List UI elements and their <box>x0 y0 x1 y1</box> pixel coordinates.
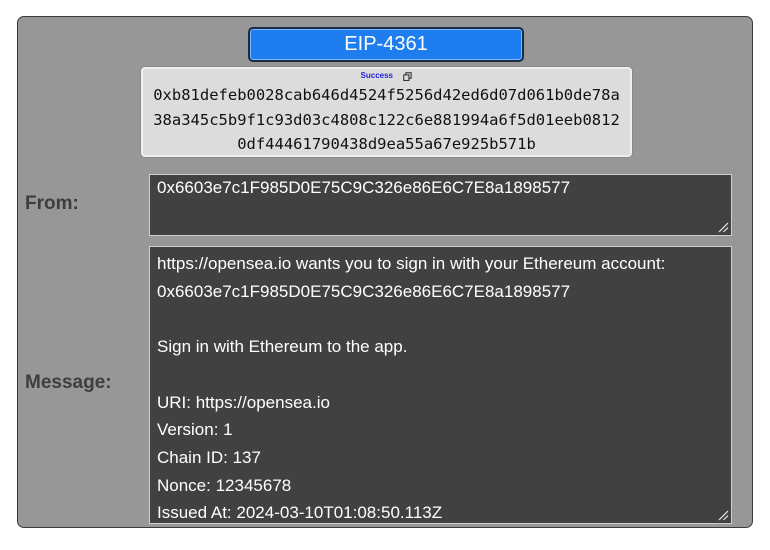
signature-hash: 0xb81defeb0028cab646d4524f5256d42ed6d07d… <box>153 86 620 153</box>
message-field[interactable]: https://opensea.io wants you to sign in … <box>149 246 732 524</box>
signature-panel: EIP-4361 Success 0xb81defeb0028cab646d45… <box>17 16 753 528</box>
eip-standard-button[interactable]: EIP-4361 <box>248 27 524 62</box>
status-row: Success <box>143 70 630 82</box>
status-text: Success <box>360 71 393 80</box>
from-label: From: <box>25 193 79 214</box>
resize-grip-icon[interactable] <box>717 509 729 521</box>
eip-standard-label: EIP-4361 <box>344 33 428 55</box>
copy-icon[interactable] <box>403 71 413 81</box>
signature-output-box: Success 0xb81defeb0028cab646d4524f5256d4… <box>141 67 632 157</box>
from-field[interactable]: 0x6603e7c1F985D0E75C9C326e86E6C7E8a18985… <box>149 174 732 236</box>
resize-grip-icon[interactable] <box>717 221 729 233</box>
message-label: Message: <box>25 372 112 393</box>
